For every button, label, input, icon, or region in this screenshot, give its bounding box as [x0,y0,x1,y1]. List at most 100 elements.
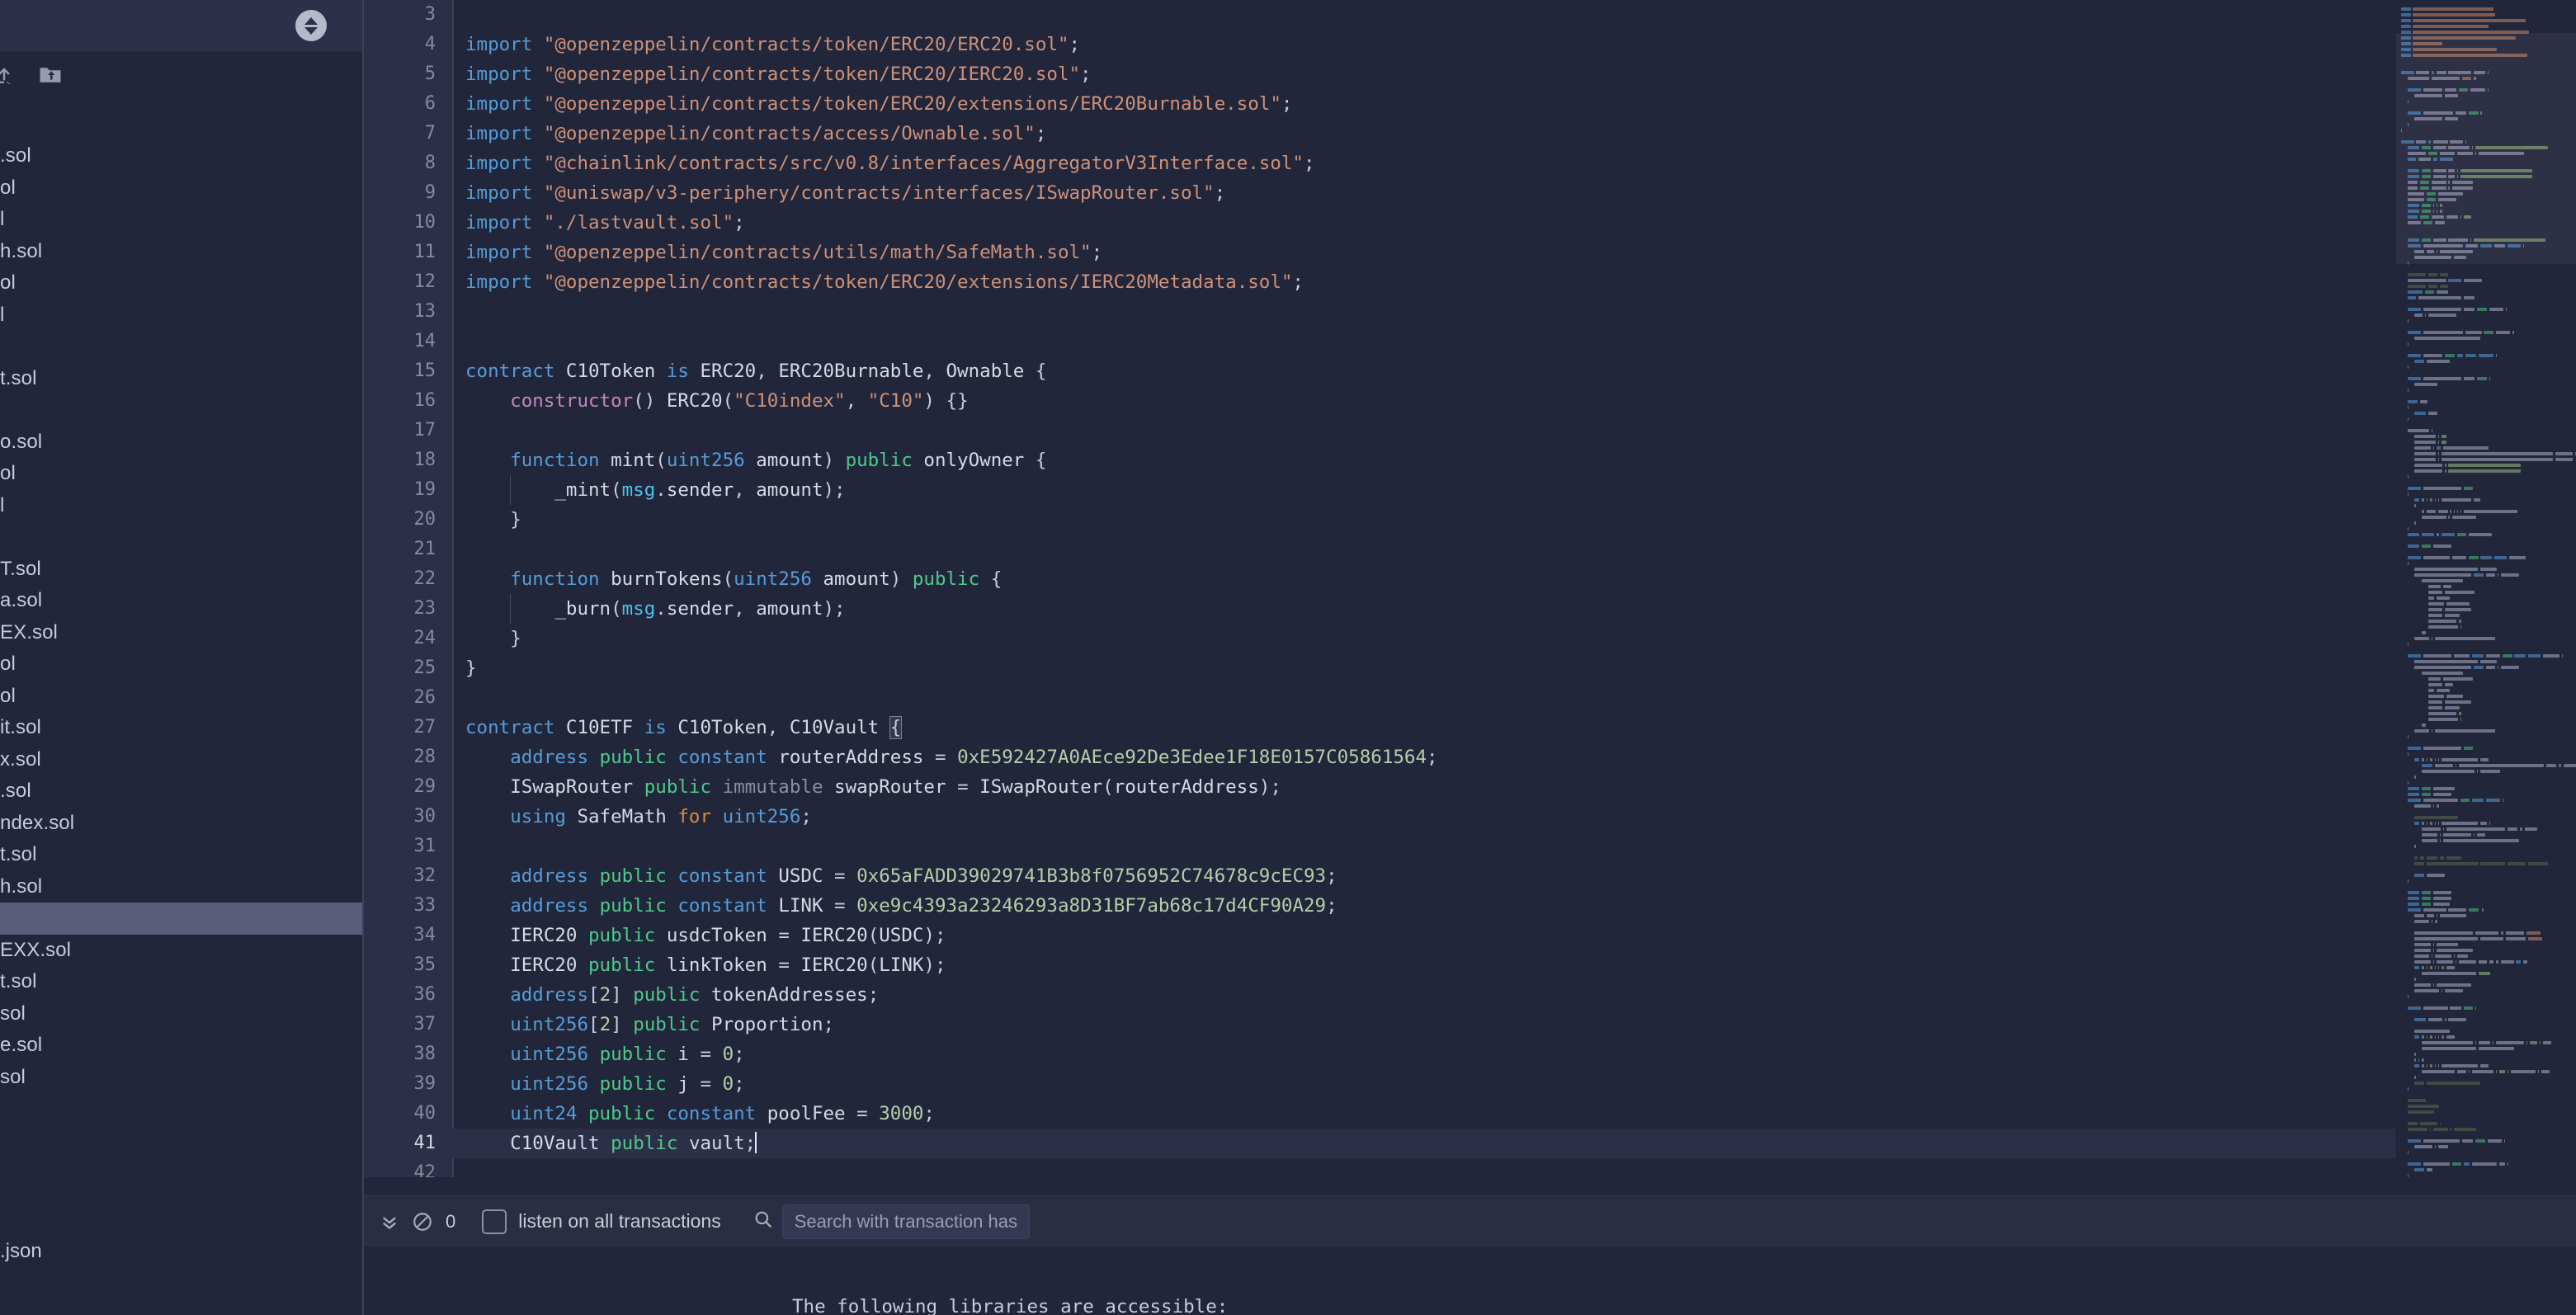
file-tree-item[interactable]: .sol [0,140,363,172]
file-tree-item[interactable]: ol [0,172,363,205]
file-tree-item[interactable]: l [0,490,363,522]
minimap-line [2396,491,2576,497]
file-tree-item[interactable] [0,521,363,554]
file-tree-item[interactable]: t.sol [0,839,363,871]
code-line[interactable]: 8 import "@chainlink/contracts/src/v0.8/i… [363,148,2576,178]
file-tree-item[interactable]: e.sol [0,1030,363,1062]
code-line[interactable]: 30 using SafeMath for uint256; [363,802,2576,832]
minimap-line [2396,156,2576,162]
code-line[interactable]: 18 function mint(uint256 amount) public … [363,445,2576,475]
code-line[interactable]: 35 IERC20 public linkToken = IERC20(LINK… [363,950,2576,980]
minimap-line [2396,219,2576,225]
file-tree-item[interactable]: .sol [0,775,363,808]
file-tree-item[interactable]: ol [0,681,363,713]
code-line[interactable]: 16 constructor() ERC20("C10index", "C10"… [363,386,2576,416]
code-line[interactable]: 26 [363,683,2576,713]
file-tree-item[interactable]: t.sol [0,363,363,395]
code-line[interactable]: 23 _burn(msg.sender, amount); [363,594,2576,624]
file-tree-item[interactable]: sol [0,998,363,1030]
file-tree-item[interactable]: ol [0,648,363,681]
terminal-output[interactable]: The following libraries are accessible: [363,1247,2576,1315]
code-line[interactable]: 4 import "@openzeppelin/contracts/token/E… [363,30,2576,59]
code-line[interactable]: 24 } [363,624,2576,653]
code-line[interactable]: 32 address public constant USDC = 0x65aF… [363,861,2576,891]
code-line[interactable]: 36 address[2] public tokenAddresses; [363,980,2576,1010]
code-editor[interactable]: 3 4 import "@openzeppelin/contracts/token/… [363,0,2576,1195]
file-tree-item[interactable]: x.sol [0,744,363,776]
code-line[interactable]: 22 function burnTokens(uint256 amount) p… [363,564,2576,594]
file-tree-item[interactable]: t.sol [0,966,363,998]
file-tree-item[interactable]: o.sol [0,427,363,459]
indent-guide [510,475,512,505]
minimap-line [2396,907,2576,912]
file-tree-item[interactable]: EX.sol [0,617,363,649]
code-line[interactable]: 28 address public constant routerAddress… [363,742,2576,772]
file-tree-item[interactable]: sol [0,1062,363,1094]
file-tree-item[interactable] [0,903,363,935]
line-number: 12 [413,271,436,292]
file-tree-item[interactable]: T.sol [0,554,363,586]
code-line[interactable]: 12 import "@openzeppelin/contracts/token/… [363,267,2576,297]
expand-collapse-all-button[interactable] [295,10,327,41]
code-lines-container[interactable]: 3 4 import "@openzeppelin/contracts/token/… [363,0,2576,1177]
code-line[interactable]: 38 uint256 public i = 0; [363,1039,2576,1069]
code-line[interactable]: 5 import "@openzeppelin/contracts/token/E… [363,59,2576,89]
file-tree-list[interactable]: .sol ol l h.sol ol l t.sol o.sol ol l T.sol a.sol EX… [0,140,363,1315]
file-tree-item-label: ol [0,176,16,199]
code-line[interactable]: 31 [363,832,2576,861]
file-tree-item[interactable] [0,331,363,363]
ban-icon[interactable] [406,1205,439,1238]
code-lines[interactable]: 3 4 import "@openzeppelin/contracts/token/… [363,0,2576,1177]
minimap-line [2396,1005,2576,1011]
chevron-double-down-icon[interactable] [373,1205,406,1238]
code-line[interactable]: 9 import "@uniswap/v3-periphery/contracts… [363,178,2576,208]
code-line[interactable]: 34 IERC20 public usdcToken = IERC20(USDC… [363,921,2576,950]
file-tree-item[interactable]: ndex.sol [0,808,363,840]
upload-folder-icon[interactable] [38,63,63,87]
code-line[interactable]: 20 } [363,505,2576,535]
file-tree-item[interactable]: h.sol [0,871,363,903]
code-line[interactable]: 17 [363,416,2576,445]
file-tree-item[interactable]: l [0,299,363,332]
code-line[interactable]: 40 uint24 public constant poolFee = 3000… [363,1099,2576,1129]
editor-minimap[interactable] [2395,0,2576,1177]
line-number: 7 [424,123,436,144]
code-line[interactable]: 15 contract C10Token is ERC20, ERC20Burna… [363,356,2576,386]
code-line[interactable]: 14 [363,327,2576,356]
minimap-line [2396,583,2576,589]
file-tree-item[interactable]: ol [0,267,363,299]
code-line[interactable]: 39 uint256 public j = 0; [363,1069,2576,1099]
search-icon[interactable] [753,1209,774,1234]
code-line-text: using SafeMath for uint256; [510,806,812,827]
code-line[interactable]: 29 ISwapRouter public immutable swapRout… [363,772,2576,802]
file-tree-item[interactable]: ol [0,458,363,490]
code-line[interactable]: 10 import "./lastvault.sol"; [363,208,2576,238]
file-tree-item[interactable]: EXX.sol [0,935,363,967]
line-number: 22 [413,568,436,589]
file-tree-item[interactable]: it.sol [0,712,363,744]
code-line[interactable]: 7 import "@openzeppelin/contracts/access/… [363,119,2576,148]
file-tree-item[interactable]: l [0,204,363,236]
listen-all-transactions-checkbox[interactable] [482,1209,507,1234]
code-line[interactable]: 33 address public constant LINK = 0xe9c4… [363,891,2576,921]
minimap-line [2396,1115,2576,1120]
code-line[interactable]: 13 [363,297,2576,327]
code-line[interactable]: 19 _mint(msg.sender, amount); [363,475,2576,505]
code-line[interactable]: 37 uint256[2] public Proportion; [363,1010,2576,1039]
code-line[interactable]: 25} [363,653,2576,683]
file-tree-footer-item[interactable]: .json [0,1236,363,1267]
code-line[interactable]: 27 contract C10ETF is C10Token, C10Vault … [363,713,2576,742]
file-tree-item[interactable]: h.sol [0,236,363,268]
panel-divider[interactable] [362,0,364,1315]
code-line[interactable]: 6 import "@openzeppelin/contracts/token/E… [363,89,2576,119]
code-line[interactable]: 41 C10Vault public vault; [363,1129,2576,1158]
code-line[interactable]: 42 [363,1158,2576,1177]
file-tree-item[interactable] [0,394,363,427]
code-line[interactable]: 3 [363,0,2576,30]
file-tree-item[interactable]: a.sol [0,585,363,617]
upload-file-icon[interactable] [0,63,17,87]
transaction-search-input[interactable] [781,1204,1030,1239]
code-line[interactable]: 21 [363,535,2576,564]
minimap-line [2396,976,2576,982]
code-line[interactable]: 11 import "@openzeppelin/contracts/utils/… [363,238,2576,267]
